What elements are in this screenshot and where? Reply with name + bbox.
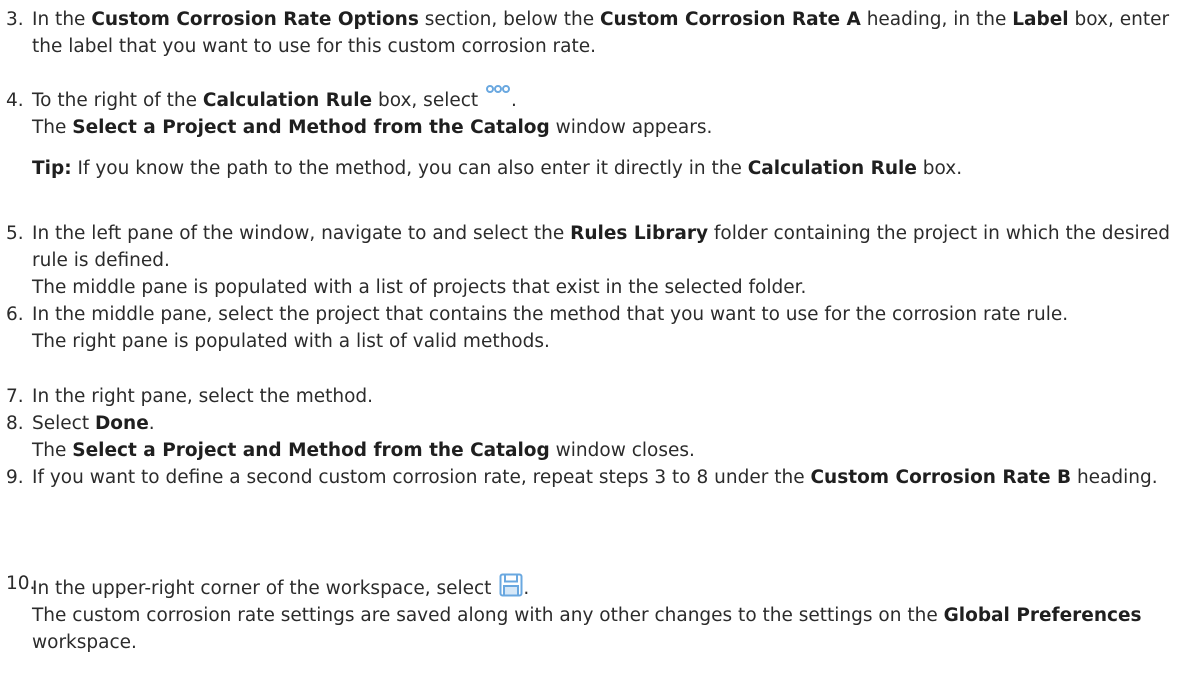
text-run: In the right pane, select the method. — [32, 386, 374, 407]
text-run: In the upper-right corner of the workspa… — [32, 578, 498, 599]
bold-ui-term: Label — [1012, 9, 1069, 30]
text-run: The — [32, 117, 73, 138]
text-run: In the — [32, 9, 92, 30]
text-run: If you know the path to the method, you … — [71, 158, 748, 179]
step-number: 4. — [6, 90, 24, 111]
tip-note: Tip: If you know the path to the method,… — [32, 155, 1180, 182]
text-run: workspace. — [32, 632, 137, 653]
text-run: box. — [916, 158, 963, 179]
step-number: 7. — [6, 386, 24, 407]
text-run: If you want to define a second custom co… — [32, 467, 811, 488]
bold-ui-term: Custom Corrosion Rate B — [810, 467, 1072, 488]
step-instruction: In the left pane of the window, navigate… — [32, 220, 1180, 274]
step-number: 6. — [6, 304, 24, 325]
text-run: heading. — [1071, 467, 1158, 488]
step-result: The right pane is populated with a list … — [32, 328, 1180, 355]
step-number: 8. — [6, 413, 24, 434]
bold-ui-term: Select a Project and Method from the Cat… — [72, 117, 550, 138]
text-run: In the middle pane, select the project t… — [32, 304, 1069, 325]
step-result: The custom corrosion rate settings are s… — [32, 602, 1180, 656]
text-run: The custom corrosion rate settings are s… — [32, 605, 944, 626]
step-instruction: In the upper-right corner of the workspa… — [32, 570, 1180, 602]
bold-ui-term: Global Preferences — [943, 605, 1142, 626]
text-run: Select — [32, 413, 95, 434]
bold-ui-term: Rules Library — [570, 223, 709, 244]
step-number: 10. — [6, 573, 36, 594]
step-instruction: Select Done. — [32, 410, 1180, 437]
bold-ui-term: Done — [94, 413, 149, 434]
text-run: window appears. — [549, 117, 713, 138]
bold-ui-term: Calculation Rule — [202, 90, 373, 111]
step-instruction: In the right pane, select the method. — [32, 383, 1180, 410]
bold-ui-term: Custom Corrosion Rate A — [599, 9, 861, 30]
text-run: The right pane is populated with a list … — [32, 331, 550, 352]
bold-ui-term: Calculation Rule — [747, 158, 917, 179]
text-run: The middle pane is populated with a list… — [32, 277, 807, 298]
step-number: 5. — [6, 223, 24, 244]
text-run: heading, in the — [860, 9, 1013, 30]
step-result: The Select a Project and Method from the… — [32, 114, 1180, 141]
step-result: The Select a Project and Method from the… — [32, 437, 1180, 464]
step-instruction: To the right of the Calculation Rule box… — [32, 85, 1180, 114]
text-run: In the left pane of the window, navigate… — [32, 223, 571, 244]
text-run: section, below the — [418, 9, 600, 30]
text-run: . — [148, 413, 155, 434]
bold-ui-term: Custom Corrosion Rate Options — [91, 9, 419, 30]
step-instruction: In the middle pane, select the project t… — [32, 301, 1180, 328]
text-run: window closes. — [549, 440, 695, 461]
step-text: In the Custom Corrosion Rate Options sec… — [32, 6, 1180, 60]
save-icon — [497, 570, 523, 602]
step-number: 3. — [6, 9, 24, 30]
text-run: The — [32, 440, 73, 461]
bold-ui-term: Tip: — [32, 158, 72, 179]
more-options-icon — [484, 85, 511, 114]
bold-ui-term: Select a Project and Method from the Cat… — [72, 440, 550, 461]
step-instruction: If you want to define a second custom co… — [32, 464, 1180, 491]
text-run: box, select — [372, 90, 485, 111]
step-result: The middle pane is populated with a list… — [32, 274, 1180, 301]
document-page: 3. In the Custom Corrosion Rate Options … — [0, 0, 1189, 685]
text-run: To the right of the — [32, 90, 203, 111]
step-number: 9. — [6, 467, 24, 488]
